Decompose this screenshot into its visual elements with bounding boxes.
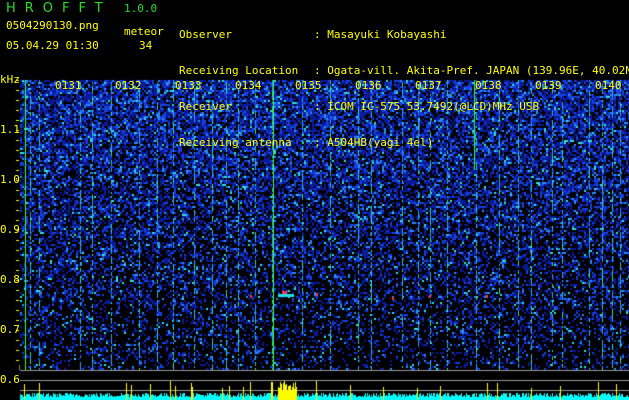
y-tick-label: 0.7 bbox=[0, 323, 20, 336]
time-label: 0139 bbox=[535, 79, 562, 92]
meteor-count: 34 bbox=[139, 39, 153, 52]
time-label: 0136 bbox=[355, 79, 382, 92]
time-label: 0138 bbox=[475, 79, 502, 92]
time-label: 0131 bbox=[55, 79, 82, 92]
file-name: 0504290130.png bbox=[6, 19, 99, 32]
info-antenna: Receiving antenna: A504HB(yagi 4el) bbox=[179, 136, 434, 149]
y-tick-label: 0.8 bbox=[0, 273, 20, 286]
y-tick-label: 1.1 bbox=[0, 123, 20, 136]
time-label: 0135 bbox=[295, 79, 322, 92]
app-version: 1.0.0 bbox=[124, 2, 158, 15]
info-receiver: Receiver: ICOM IC-575 53.7492(@LCD)MHz U… bbox=[179, 100, 540, 113]
info-observer: Observer: Masayuki Kobayashi bbox=[179, 28, 447, 41]
info-location: Receiving Location: Ogata-vill. Akita-Pr… bbox=[179, 64, 629, 77]
time-label: 0137 bbox=[415, 79, 442, 92]
y-tick-label: 0.9 bbox=[0, 223, 20, 236]
time-label: 0140 bbox=[595, 79, 622, 92]
app-title: HROFFT bbox=[6, 1, 112, 16]
time-label: 0134 bbox=[235, 79, 262, 92]
meteor-label: meteor bbox=[124, 25, 164, 38]
file-datetime: 05.04.29 01:30 bbox=[6, 39, 99, 52]
y-tick-label: 1.0 bbox=[0, 173, 20, 186]
time-label: 0132 bbox=[115, 79, 142, 92]
y-tick-label: 0.6 bbox=[0, 373, 20, 386]
y-axis-unit: kHz bbox=[0, 73, 20, 86]
time-label: 0133 bbox=[175, 79, 202, 92]
